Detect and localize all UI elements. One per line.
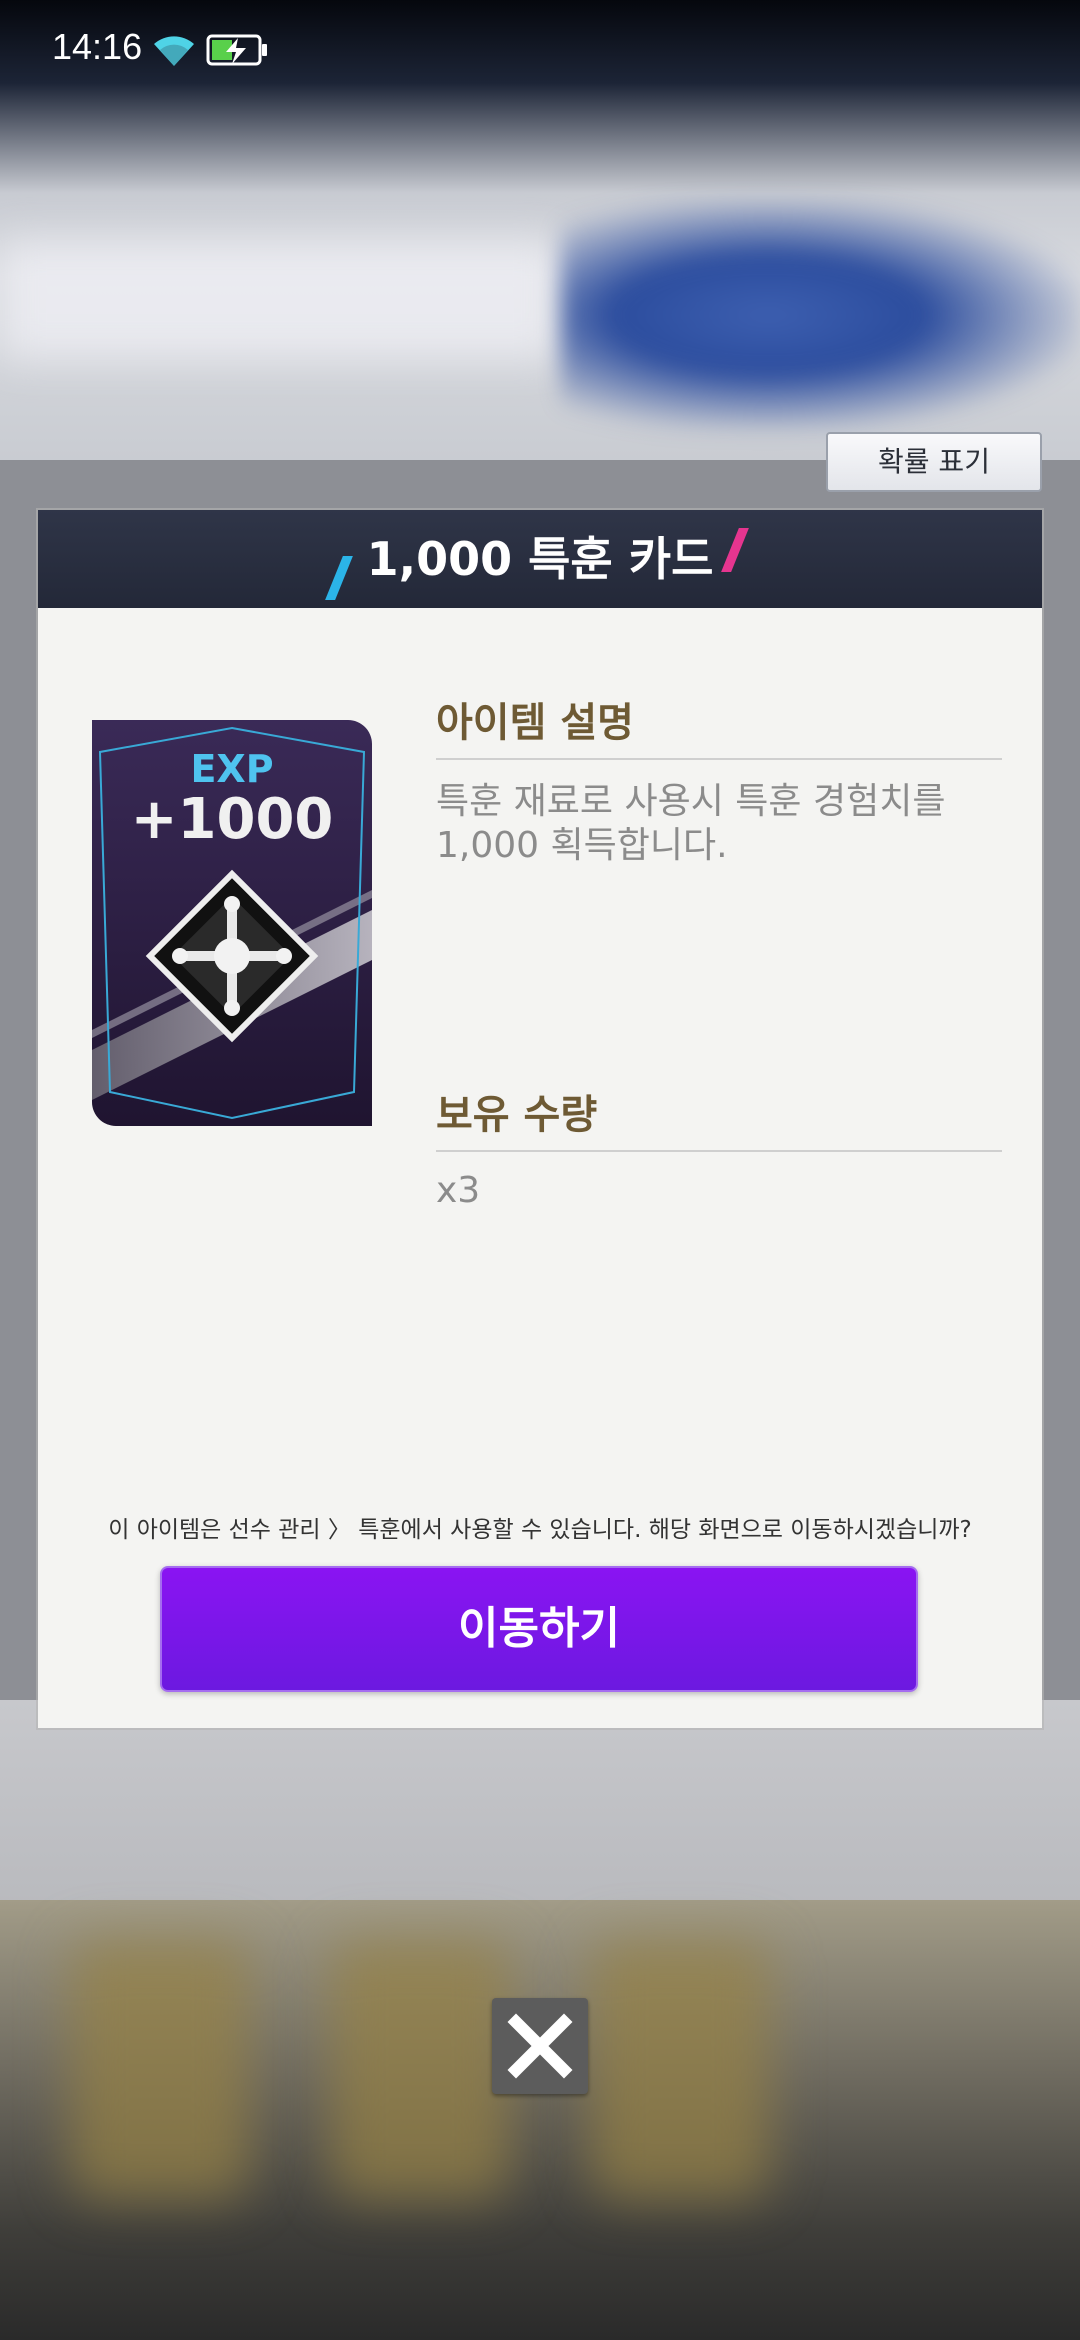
- close-icon: [507, 2013, 573, 2079]
- description-line-2: 1,000 획득합니다.: [436, 825, 728, 866]
- card-exp-value: +1000: [131, 787, 334, 852]
- move-button[interactable]: 이동하기: [160, 1566, 918, 1692]
- status-bar: 14:16: [0, 0, 1080, 100]
- exp-card-image: EXP +1000: [92, 720, 372, 1126]
- description-text: 특훈 재료로 사용시 특훈 경험치를 1,000 획득합니다.: [436, 780, 945, 868]
- item-dialog: 1,000 특훈 카드 EXP +1000 아이템 설명 특훈 재료로 사용시 …: [38, 510, 1042, 1728]
- battery-charging-icon: [206, 34, 267, 66]
- close-button[interactable]: [492, 1998, 588, 2094]
- navigation-notice: 이 아이템은 선수 관리 〉 특훈에서 사용할 수 있습니다. 해당 화면으로 …: [108, 1517, 972, 1543]
- probability-button[interactable]: 확률 표기: [826, 432, 1042, 492]
- quantity-value: x3: [436, 1170, 481, 1211]
- status-time: 14:16: [52, 26, 143, 67]
- quantity-heading: 보유 수량: [436, 1092, 598, 1138]
- wifi-icon: [154, 36, 194, 66]
- dialog-header: 1,000 특훈 카드: [38, 510, 1042, 608]
- card-exp-label: EXP: [190, 747, 273, 791]
- description-heading: 아이템 설명: [436, 700, 634, 746]
- description-line-1: 특훈 재료로 사용시 특훈 경험치를: [436, 781, 946, 822]
- dialog-title: 1,000 특훈 카드: [366, 532, 714, 586]
- description-divider: [436, 758, 1002, 760]
- quantity-divider: [436, 1150, 1002, 1152]
